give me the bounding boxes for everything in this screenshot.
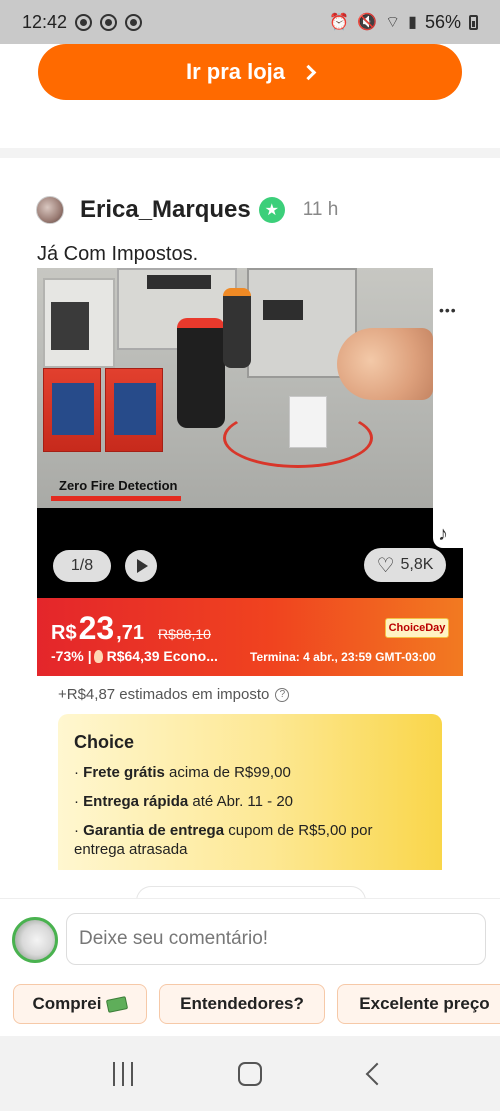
home-button[interactable] (220, 1049, 280, 1099)
choice-benefit: · Garantia de entrega cupom de R$5,00 po… (74, 822, 373, 858)
choice-benefit: · Entrega rápida até Abr. 11 - 20 (74, 793, 293, 810)
choice-benefit-text: até Abr. 11 - 20 (188, 793, 293, 810)
money-icon (106, 995, 129, 1013)
product-photo[interactable]: Zero Fire Detection (37, 268, 433, 508)
chip-excelente-preco[interactable]: Excelente preço (337, 984, 500, 1024)
price-currency: R$ (51, 622, 77, 644)
comment-bar (0, 898, 500, 978)
whatsapp-icon (75, 13, 93, 31)
choice-benefit-bold: Entrega rápida (83, 793, 189, 810)
help-icon[interactable]: ? (275, 687, 290, 702)
choice-card[interactable]: Choice · Frete grátis acima de R$99,00 ·… (58, 714, 442, 870)
photo-clamp-meter (223, 288, 251, 368)
status-right: ⏰ 🔇 ⌔ ▮ 56% (329, 12, 478, 33)
discount-row: -73% | R$64,39 Econo... (51, 648, 218, 664)
old-price: R$88,10 (157, 626, 211, 642)
offer-end-time: Termina: 4 abr., 23:59 GMT-03:00 (250, 650, 436, 664)
mute-icon: 🔇 (357, 14, 378, 31)
battery-icon (469, 14, 478, 30)
user-avatar[interactable] (12, 917, 58, 963)
go-to-store-label: Ir pra loja (185, 59, 286, 84)
choice-title: Choice (74, 732, 135, 752)
tax-estimate-text: +R$4,87 estimados em imposto (58, 686, 270, 703)
like-count: 5,8K (400, 556, 434, 573)
media-counter[interactable]: 1/8 (53, 550, 111, 582)
economy-amount: R$64,39 Econo... (106, 648, 218, 664)
chip-comprei[interactable]: Comprei (13, 984, 147, 1024)
tax-estimate: +R$4,87 estimados em imposto ? (58, 686, 290, 703)
recent-apps-icon (113, 1061, 134, 1086)
back-button[interactable] (347, 1049, 407, 1099)
status-time: 12:42 (22, 11, 68, 32)
status-left: 12:42 (22, 11, 143, 33)
section-divider (0, 148, 500, 158)
store-section: Ir pra loja (0, 44, 500, 148)
media-caption: Zero Fire Detection (59, 478, 178, 493)
chip-label: Excelente preço (359, 994, 490, 1013)
battery-percent: 56% (424, 11, 461, 32)
status-bar: 12:42 ⏰ 🔇 ⌔ ▮ 56% (0, 0, 500, 44)
author-username[interactable]: Erica_Marques (80, 196, 251, 224)
post-text: Já Com Impostos. (37, 243, 199, 265)
photo-equipment (43, 278, 115, 368)
post-time: 11 h (302, 199, 339, 220)
chip-entendedores[interactable]: Entendedores? (159, 984, 325, 1024)
flame-icon (93, 649, 103, 663)
photo-clamp-meter (177, 318, 225, 428)
like-button[interactable]: ♡ 5,8K (364, 548, 446, 582)
photo-product-box (43, 368, 101, 452)
price-row: R$ 23 ,71 R$88,10 (51, 610, 211, 647)
author-avatar[interactable] (36, 196, 64, 224)
discount-separator: | (87, 648, 92, 664)
recent-apps-button[interactable] (93, 1049, 153, 1099)
heart-icon: ♡ (376, 554, 395, 577)
tiktok-icon: ♪ (438, 523, 448, 545)
chip-label: Entendedores? (180, 994, 304, 1013)
price-decimal: ,71 (116, 622, 144, 644)
post-media[interactable]: Zero Fire Detection ••• ♪ 1/8 ♡ 5,8K (37, 268, 463, 598)
photo-product-box (105, 368, 163, 452)
alarm-icon: ⏰ (329, 14, 350, 31)
photo-breaker (289, 396, 327, 448)
system-nav-bar (0, 1036, 500, 1111)
choice-benefit: · Frete grátis acima de R$99,00 (74, 764, 291, 781)
choiceday-badge: ChoiceDay (385, 618, 449, 638)
choice-benefit-bold: Garantia de entrega (83, 822, 225, 839)
chip-label: Comprei (32, 994, 102, 1013)
app-screen: 12:42 ⏰ 🔇 ⌔ ▮ 56% Ir pra loja Erica_Marq… (0, 0, 500, 1111)
signal-icon: ▮ (408, 14, 417, 31)
whatsapp-icon (125, 13, 143, 31)
home-icon (237, 1061, 262, 1086)
quick-reply-chips: Comprei Entendedores? Excelente preço (0, 984, 500, 1024)
play-button[interactable] (125, 550, 157, 582)
chevron-right-icon (300, 64, 317, 80)
post-header: Erica_Marques ★ 11 h (36, 190, 338, 230)
caption-underline (51, 496, 181, 501)
price-banner[interactable]: R$ 23 ,71 R$88,10 ChoiceDay -73% | R$64,… (37, 598, 463, 676)
wifi-icon: ⌔ (385, 14, 401, 31)
comment-input[interactable] (66, 913, 486, 965)
choice-benefit-text: acima de R$99,00 (164, 764, 291, 781)
back-icon (365, 1062, 388, 1085)
discount-percent: -73% (51, 648, 84, 664)
more-options-icon[interactable]: ••• (439, 302, 457, 318)
photo-hand (337, 328, 433, 400)
whatsapp-icon (100, 13, 118, 31)
price-integer: 23 (78, 610, 115, 646)
verified-star-icon: ★ (258, 197, 285, 223)
go-to-store-button[interactable]: Ir pra loja (38, 44, 462, 100)
choice-benefit-bold: Frete grátis (83, 764, 165, 781)
